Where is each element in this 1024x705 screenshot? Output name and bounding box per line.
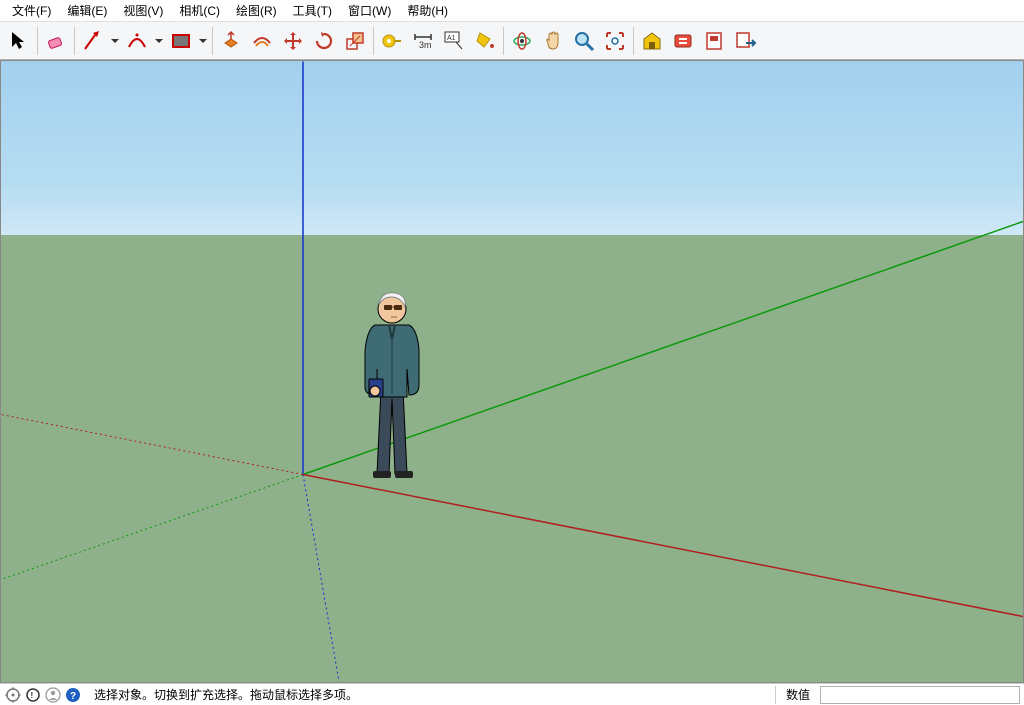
profile-icon[interactable] (44, 686, 62, 704)
shape-tool[interactable] (166, 26, 196, 56)
menu-edit[interactable]: 编辑(E) (59, 0, 115, 21)
scene-axes (1, 61, 1023, 682)
toolbar-separator (373, 27, 374, 55)
tape-measure-tool[interactable] (377, 26, 407, 56)
toolbar-separator (37, 27, 38, 55)
warehouse-tool[interactable] (637, 26, 667, 56)
toolbar: 3m A1 (0, 22, 1024, 60)
status-message: 选择对象。切换到扩充选择。拖动鼠标选择多项。 (94, 686, 773, 703)
line-tool[interactable] (78, 26, 108, 56)
svg-text:A1: A1 (447, 35, 456, 42)
toolbar-separator (74, 27, 75, 55)
arc-tool-dropdown[interactable] (153, 35, 165, 47)
menu-draw[interactable]: 绘图(R) (228, 0, 285, 21)
menu-view[interactable]: 视图(V) (115, 0, 171, 21)
toolbar-separator (633, 27, 634, 55)
menu-tools[interactable]: 工具(T) (285, 0, 340, 21)
scale-tool[interactable] (340, 26, 370, 56)
status-bar: ! ? 选择对象。切换到扩充选择。拖动鼠标选择多项。 数值 (0, 683, 1024, 705)
toolbar-separator (503, 27, 504, 55)
arc-tool[interactable] (122, 26, 152, 56)
pan-tool[interactable] (538, 26, 568, 56)
geolocate-icon[interactable] (4, 686, 22, 704)
svg-text:!: ! (31, 691, 34, 700)
credits-icon[interactable]: ! (24, 686, 42, 704)
text-tool[interactable]: A1 (439, 26, 469, 56)
menu-bar: 文件(F) 编辑(E) 视图(V) 相机(C) 绘图(R) 工具(T) 窗口(W… (0, 0, 1024, 22)
select-tool[interactable] (4, 26, 34, 56)
send-to-layout-tool[interactable] (730, 26, 760, 56)
eraser-tool[interactable] (41, 26, 71, 56)
move-tool[interactable] (278, 26, 308, 56)
svg-text:3m: 3m (419, 40, 432, 50)
menu-window[interactable]: 窗口(W) (340, 0, 399, 21)
scale-figure-icon (347, 279, 437, 479)
zoom-extents-tool[interactable] (600, 26, 630, 56)
help-icon[interactable]: ? (64, 686, 82, 704)
measurement-input[interactable] (820, 686, 1020, 704)
layout-tool[interactable] (699, 26, 729, 56)
line-tool-dropdown[interactable] (109, 35, 121, 47)
menu-camera[interactable]: 相机(C) (171, 0, 228, 21)
viewport-3d[interactable] (0, 60, 1024, 683)
extension-warehouse-tool[interactable] (668, 26, 698, 56)
orbit-tool[interactable] (507, 26, 537, 56)
offset-tool[interactable] (247, 26, 277, 56)
menu-file[interactable]: 文件(F) (4, 0, 59, 21)
toolbar-separator (212, 27, 213, 55)
svg-text:?: ? (70, 691, 76, 702)
pushpull-tool[interactable] (216, 26, 246, 56)
shape-tool-dropdown[interactable] (197, 35, 209, 47)
measurement-label: 数值 (778, 686, 818, 703)
rotate-tool[interactable] (309, 26, 339, 56)
menu-help[interactable]: 帮助(H) (399, 0, 456, 21)
paint-bucket-tool[interactable] (470, 26, 500, 56)
zoom-tool[interactable] (569, 26, 599, 56)
dimension-tool[interactable]: 3m (408, 26, 438, 56)
